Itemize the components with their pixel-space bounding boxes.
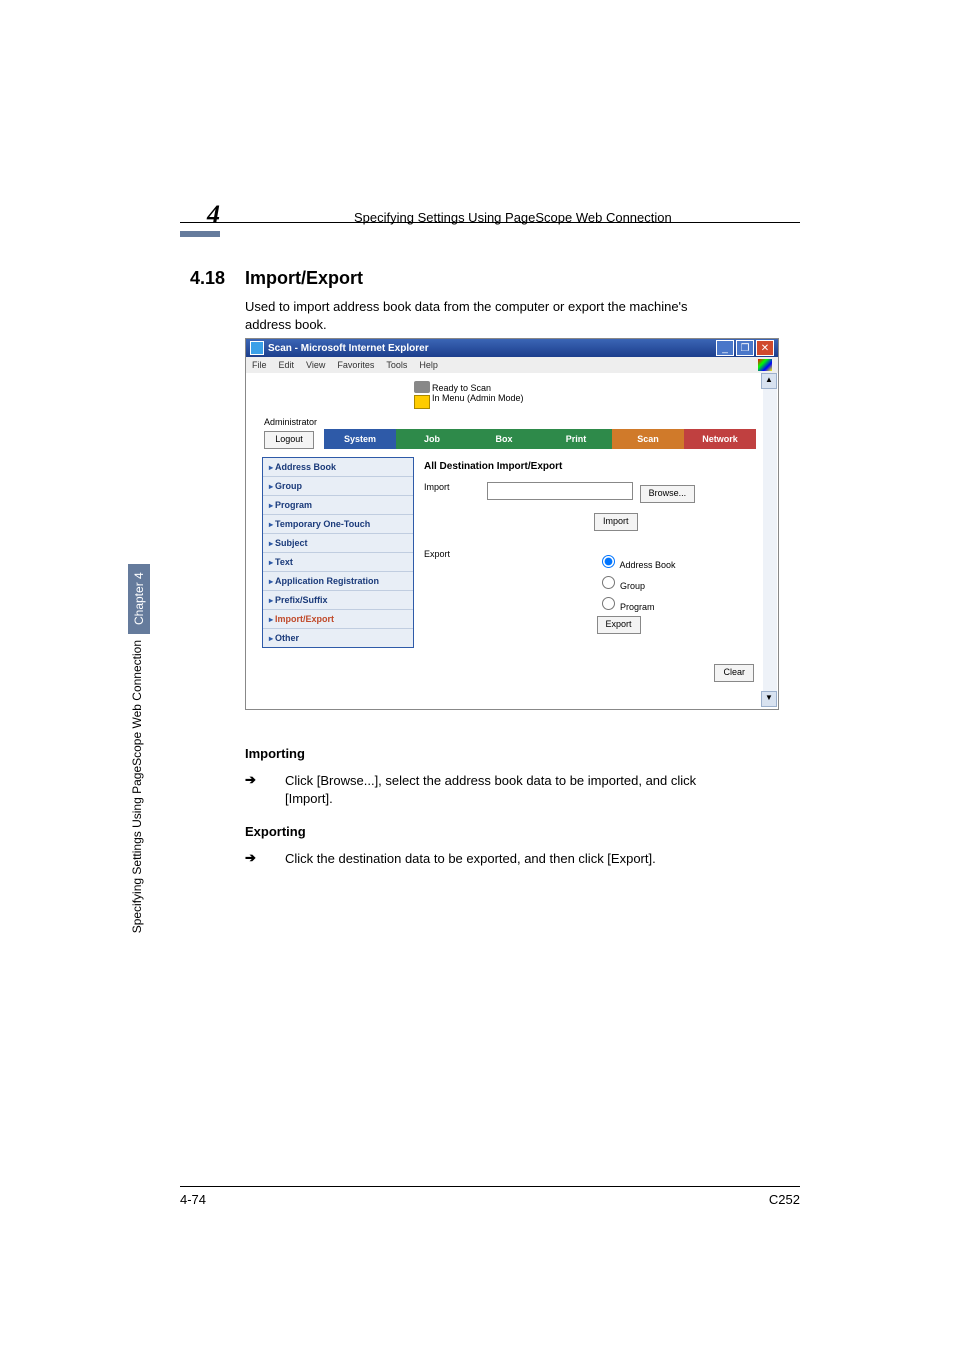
importing-heading: Importing <box>245 746 305 761</box>
scroll-up-button[interactable]: ▲ <box>761 373 777 389</box>
tab-job[interactable]: Job <box>396 429 468 449</box>
footer-page-number: 4-74 <box>180 1192 206 1207</box>
maximize-button[interactable]: ❐ <box>736 340 754 356</box>
radio-program[interactable]: Program <box>597 594 676 612</box>
tab-network[interactable]: Network <box>684 429 756 449</box>
import-button[interactable]: Import <box>594 513 638 531</box>
menu-bar: File Edit View Favorites Tools Help <box>246 357 778 373</box>
footer-rule <box>180 1186 800 1187</box>
menu-file[interactable]: File <box>252 360 267 370</box>
screenshot-window: Scan - Microsoft Internet Explorer _ ❐ ✕… <box>245 338 779 710</box>
scroll-down-button[interactable]: ▼ <box>761 691 777 707</box>
export-label: Export <box>424 549 484 559</box>
side-menu: Address Book Group Program Temporary One… <box>262 457 414 648</box>
sidebar-item-program[interactable]: Program <box>263 495 413 514</box>
import-file-input[interactable] <box>487 482 633 500</box>
tab-print[interactable]: Print <box>540 429 612 449</box>
browse-button[interactable]: Browse... <box>640 485 696 503</box>
radio-group[interactable]: Group <box>597 573 676 591</box>
ie-icon <box>250 341 264 355</box>
sidebar-item-prefix-suffix[interactable]: Prefix/Suffix <box>263 590 413 609</box>
browser-content: ▲ ▼ Ready to Scan In Menu (Admin Mode) A… <box>246 373 778 707</box>
menu-favorites[interactable]: Favorites <box>337 360 374 370</box>
status-ready: Ready to Scan <box>432 383 524 393</box>
tab-system[interactable]: System <box>324 429 396 449</box>
panel-title: All Destination Import/Export <box>424 461 758 472</box>
sidebar-item-import-export[interactable]: Import/Export <box>263 609 413 628</box>
radio-address-book[interactable]: Address Book <box>597 552 676 570</box>
window-title-bar: Scan - Microsoft Internet Explorer _ ❐ ✕ <box>246 339 778 357</box>
tab-scan[interactable]: Scan <box>612 429 684 449</box>
main-panel: All Destination Import/Export Import Bro… <box>424 457 758 699</box>
sidebar-item-group[interactable]: Group <box>263 476 413 495</box>
administrator-label: Administrator <box>264 417 317 427</box>
windows-flag-icon <box>758 359 772 371</box>
minimize-button[interactable]: _ <box>716 340 734 356</box>
status-block: Ready to Scan In Menu (Admin Mode) <box>414 383 524 403</box>
sidebar-item-other[interactable]: Other <box>263 628 413 647</box>
sidebar-item-address-book[interactable]: Address Book <box>263 458 413 476</box>
status-mode: In Menu (Admin Mode) <box>432 393 524 403</box>
exporting-text: Click the destination data to be exporte… <box>285 850 715 868</box>
section-description: Used to import address book data from th… <box>245 298 715 333</box>
chapter-underline <box>180 231 220 237</box>
sidebar-item-application-registration[interactable]: Application Registration <box>263 571 413 590</box>
exporting-heading: Exporting <box>245 824 306 839</box>
section-title: Import/Export <box>245 268 363 289</box>
menu-tools[interactable]: Tools <box>386 360 407 370</box>
close-button[interactable]: ✕ <box>756 340 774 356</box>
scrollbar[interactable] <box>763 389 777 691</box>
chapter-number: 4 <box>180 200 220 230</box>
section-number: 4.18 <box>190 268 225 289</box>
export-area: Export Address Book Group Program Export <box>424 549 758 634</box>
sidebar-item-temporary-one-touch[interactable]: Temporary One-Touch <box>263 514 413 533</box>
sidebar-item-subject[interactable]: Subject <box>263 533 413 552</box>
side-label: Specifying Settings Using PageScope Web … <box>130 640 148 933</box>
tab-box[interactable]: Box <box>468 429 540 449</box>
menu-view[interactable]: View <box>306 360 325 370</box>
side-chapter-tab: Chapter 4 <box>128 564 150 634</box>
exporting-arrow-icon: ➔ <box>245 850 256 866</box>
export-button[interactable]: Export <box>597 616 641 634</box>
top-tabs: System Job Box Print Scan Network <box>324 429 756 449</box>
clear-button[interactable]: Clear <box>714 664 754 682</box>
window-title: Scan - Microsoft Internet Explorer <box>268 343 714 354</box>
sidebar-item-text[interactable]: Text <box>263 552 413 571</box>
import-area: Import Browse... Import <box>424 482 758 531</box>
header-rule <box>180 222 800 223</box>
menu-help[interactable]: Help <box>419 360 438 370</box>
menu-edit[interactable]: Edit <box>279 360 295 370</box>
importing-arrow-icon: ➔ <box>245 772 256 788</box>
logout-button[interactable]: Logout <box>264 431 314 449</box>
importing-text: Click [Browse...], select the address bo… <box>285 772 715 807</box>
footer-model: C252 <box>769 1192 800 1207</box>
import-label: Import <box>424 482 484 492</box>
